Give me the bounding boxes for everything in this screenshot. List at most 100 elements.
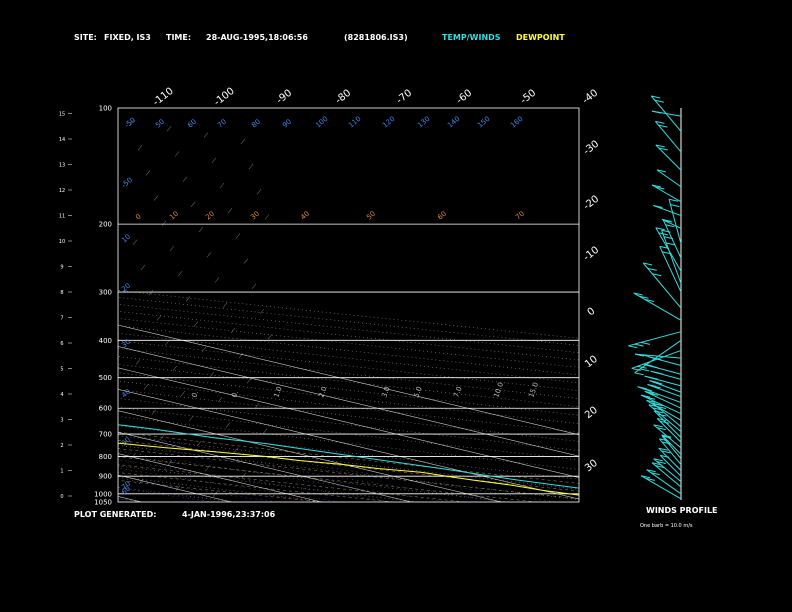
grid-dash-mark bbox=[227, 208, 233, 214]
grid-dash-mark bbox=[153, 195, 159, 201]
pressure-tick-label: 800 bbox=[99, 453, 112, 461]
mixing-ratio-label: 7.0 bbox=[452, 385, 463, 398]
isotherm-top-label: 120 bbox=[381, 115, 396, 130]
top-temp-label: -90 bbox=[275, 88, 295, 107]
grid-dash-mark bbox=[243, 258, 249, 264]
isotherm-top-label: 110 bbox=[347, 115, 362, 130]
theta-label: 70 bbox=[514, 210, 526, 222]
axis-labels: 1002003004005006007008009001000105001234… bbox=[59, 86, 601, 507]
isotherm-top-label: -50 bbox=[123, 116, 137, 129]
wind-barb bbox=[631, 349, 682, 369]
skew-t-chart: 1002003004005006007008009001000105001234… bbox=[0, 86, 682, 507]
pressure-tick-label: 300 bbox=[99, 289, 112, 297]
isotherm-top-label: 130 bbox=[416, 115, 431, 130]
wind-barb bbox=[628, 331, 682, 347]
grid-dash-mark bbox=[222, 302, 228, 308]
pressure-tick-label: 700 bbox=[99, 431, 112, 439]
mixing-ratio-label: 3.0 bbox=[380, 385, 391, 398]
grid-dash-mark bbox=[206, 252, 212, 258]
grid-dash-mark bbox=[225, 422, 231, 428]
theta-label: 30 bbox=[249, 210, 261, 222]
grid-dash-mark bbox=[164, 340, 170, 346]
grid-dash-mark bbox=[135, 359, 141, 365]
grid-dash-mark bbox=[188, 415, 194, 422]
isotherm-line bbox=[0, 108, 51, 502]
pressure-tick-label: 500 bbox=[99, 374, 112, 382]
grid-dash-mark bbox=[240, 138, 246, 145]
height-tick-label: 4 bbox=[60, 392, 63, 398]
grid-dash-mark bbox=[256, 189, 262, 195]
pressure-tick-label: 1050 bbox=[94, 499, 112, 507]
isotherm-top-label: 90 bbox=[281, 118, 293, 130]
mixing-ratio-label: 15.0 bbox=[527, 381, 540, 398]
top-temp-label: -80 bbox=[334, 88, 354, 107]
grid-dash-mark bbox=[241, 472, 247, 478]
wind-barb bbox=[655, 144, 682, 171]
isotherm-top-label: 140 bbox=[446, 115, 461, 130]
height-tick-label: 12 bbox=[59, 188, 65, 194]
wind-barb-feather bbox=[634, 343, 644, 347]
right-temp-label: 30 bbox=[583, 458, 600, 475]
dry-adiabat bbox=[118, 445, 579, 500]
height-tick-label: 0 bbox=[60, 494, 63, 500]
wind-barb-feather bbox=[640, 341, 651, 345]
height-tick-label: 1 bbox=[60, 469, 63, 475]
winds-profile bbox=[628, 95, 682, 500]
isotherm-top-label: 160 bbox=[509, 115, 524, 130]
isotherm-left-label: 30 bbox=[120, 338, 132, 350]
pressure-tick-label: 600 bbox=[99, 405, 112, 413]
isotherm-top-label: 50 bbox=[154, 118, 166, 130]
moist-adiabat bbox=[118, 448, 579, 500]
grid-dash-mark bbox=[233, 447, 239, 453]
grid-dash-mark bbox=[169, 245, 175, 252]
pressure-tick-label: 1000 bbox=[94, 490, 112, 498]
theta-label: 40 bbox=[299, 210, 311, 222]
right-temp-label: 10 bbox=[583, 354, 600, 371]
wind-barb bbox=[653, 205, 682, 217]
grid-dash-mark bbox=[254, 403, 260, 409]
mixing-ratio-label: 0. bbox=[230, 390, 240, 399]
grid-dash-mark bbox=[143, 384, 149, 390]
grid-dash-mark bbox=[204, 466, 210, 472]
theta-label: 20 bbox=[204, 210, 216, 222]
grid-dash-mark bbox=[230, 327, 236, 334]
pressure-tick-label: 200 bbox=[99, 221, 112, 229]
theta-label: 10 bbox=[168, 210, 180, 222]
grid-dash-mark bbox=[161, 220, 167, 226]
isotherm-top-label: 60 bbox=[186, 118, 198, 130]
isotherm-left-label: 50 bbox=[120, 436, 132, 448]
grid-dash-mark bbox=[246, 378, 252, 384]
grid-dash-mark bbox=[180, 390, 186, 397]
wind-barb-feather bbox=[628, 345, 638, 349]
grid-dash-mark bbox=[201, 346, 207, 352]
mixing-ratio-label: 10.0 bbox=[492, 381, 505, 398]
wind-barb-feather bbox=[639, 368, 650, 372]
mixing-ratio-line bbox=[118, 441, 502, 502]
theta-label: 0 bbox=[134, 213, 143, 222]
top-temp-label: -110 bbox=[151, 86, 176, 109]
right-temp-label: -30 bbox=[582, 139, 602, 158]
theta-label: 60 bbox=[436, 210, 448, 222]
isotherm-line bbox=[118, 388, 579, 500]
grid-dash-mark bbox=[174, 151, 180, 157]
grid-dash-mark bbox=[156, 315, 162, 321]
top-temp-label: -100 bbox=[212, 86, 237, 109]
grid-dash-mark bbox=[159, 434, 165, 441]
grid-dash-mark bbox=[214, 277, 220, 283]
grid-dash-mark bbox=[177, 271, 183, 277]
grid-dash-mark bbox=[193, 321, 199, 327]
grid-dash-mark bbox=[235, 233, 241, 239]
isotherm-line bbox=[118, 346, 579, 457]
height-tick-label: 9 bbox=[60, 265, 63, 271]
isotherm-left-label: 10 bbox=[120, 233, 132, 245]
height-tick-label: 7 bbox=[60, 316, 63, 322]
height-tick-label: 3 bbox=[60, 418, 63, 424]
right-temp-label: -20 bbox=[582, 194, 602, 213]
top-temp-label: -70 bbox=[395, 88, 415, 107]
theta-label: 50 bbox=[365, 210, 377, 222]
plot-frame bbox=[117, 107, 580, 503]
right-temp-label: 0 bbox=[586, 306, 598, 319]
isotherm-top-label: 150 bbox=[476, 115, 491, 130]
top-temp-label: -60 bbox=[455, 88, 475, 107]
height-tick-label: 11 bbox=[59, 214, 65, 220]
